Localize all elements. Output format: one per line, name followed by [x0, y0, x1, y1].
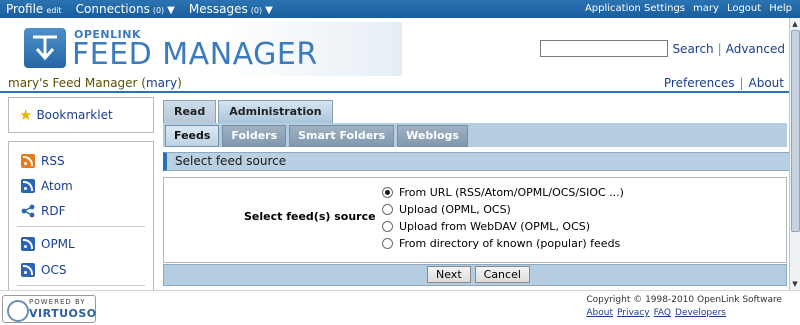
atom-icon	[21, 179, 35, 193]
page-title: mary's Feed Manager (mary)	[8, 76, 182, 90]
page-title-line: mary's Feed Manager (mary) Preferences |…	[0, 76, 790, 92]
feed-source-options: From URL (RSS/Atom/OPML/OCS/SIOC ...) Up…	[382, 184, 624, 252]
help-link[interactable]: Help	[769, 3, 792, 14]
connections-menu[interactable]: Connections (0) ▼	[76, 2, 175, 16]
footer-about-link[interactable]: About	[586, 308, 613, 318]
user-name-link[interactable]: mary	[146, 76, 177, 90]
dropdown-arrow-icon[interactable]: ▼	[167, 5, 175, 16]
radio-button[interactable]	[382, 238, 393, 249]
sidebar-item-opml[interactable]: OPML	[21, 237, 75, 251]
tab-smart-folders[interactable]: Smart Folders	[289, 125, 395, 147]
sidebar-item-ocs[interactable]: OCS	[21, 263, 66, 277]
radio-button[interactable]	[382, 187, 393, 198]
search-input[interactable]	[540, 40, 669, 57]
secondary-tab-bar: Feeds Folders Smart Folders Weblogs	[163, 123, 787, 147]
sidebar-item-atom[interactable]: Atom	[21, 179, 73, 193]
openlink-logo-icon	[24, 28, 66, 68]
tab-folders[interactable]: Folders	[222, 125, 287, 147]
virtuoso-logo-icon	[7, 300, 29, 322]
dropdown-arrow-icon[interactable]: ▼	[265, 5, 273, 16]
footer-developers-link[interactable]: Developers	[675, 308, 726, 318]
sidebar-item-bookmarklet[interactable]: ★ Bookmarklet	[19, 106, 113, 124]
separator: |	[717, 41, 722, 56]
top-nav-bar: Profile edit Connections (0) ▼ Messages …	[0, 0, 800, 18]
logout-link[interactable]: Logout	[727, 3, 761, 14]
bookmarklet-box: ★ Bookmarklet	[8, 97, 154, 133]
section-title: Select feed source	[175, 154, 287, 168]
radio-button[interactable]	[382, 221, 393, 232]
header: OPENLINK FEED MANAGER Search | Advanced	[0, 18, 800, 76]
option-label: From URL (RSS/Atom/OPML/OCS/SIOC ...)	[399, 186, 624, 199]
about-link[interactable]: About	[749, 76, 784, 90]
rss-icon	[21, 154, 35, 168]
option-upload-webdav[interactable]: Upload from WebDAV (OPML, OCS)	[382, 218, 624, 235]
ocs-icon	[21, 263, 35, 277]
scrollbar-thumb[interactable]	[791, 30, 800, 232]
powered-by-virtuoso-badge[interactable]: POWERED BY VIRTUOSO	[2, 295, 96, 323]
tab-read[interactable]: Read	[163, 100, 217, 123]
connections-count: (0)	[152, 6, 165, 15]
sidebar-item-label[interactable]: RSS	[41, 154, 65, 168]
advanced-search-link[interactable]: Advanced	[726, 42, 785, 56]
copyright-text: Copyright © 1998-2010 OpenLink Software	[586, 295, 782, 305]
sidebar-item-rss[interactable]: RSS	[21, 154, 65, 168]
scroll-up-icon[interactable]: ▲	[791, 19, 799, 29]
sidebar-item-label[interactable]: Atom	[41, 179, 73, 193]
logo-title: FEED MANAGER	[72, 37, 318, 72]
sidebar-item-label[interactable]: RDF	[41, 204, 65, 218]
scroll-down-icon[interactable]: ▼	[791, 279, 799, 289]
messages-label: Messages	[188, 2, 248, 16]
search-link[interactable]: Search	[672, 42, 713, 56]
connections-label: Connections	[75, 2, 150, 16]
search-area: Search | Advanced	[540, 40, 785, 57]
section-header: Select feed source	[163, 152, 790, 171]
opml-icon	[21, 237, 35, 251]
divider	[0, 91, 790, 93]
separator: |	[739, 76, 744, 90]
tab-feeds[interactable]: Feeds	[165, 125, 220, 147]
option-label: Upload from WebDAV (OPML, OCS)	[399, 220, 591, 233]
feed-manager-logo[interactable]: OPENLINK FEED MANAGER	[8, 22, 402, 76]
sidebar-item-label[interactable]: OPML	[41, 237, 75, 251]
divider	[17, 226, 145, 227]
tab-administration[interactable]: Administration	[218, 100, 333, 123]
bookmarklet-link[interactable]: Bookmarklet	[36, 108, 112, 122]
star-icon: ★	[19, 106, 33, 124]
radio-button[interactable]	[382, 204, 393, 215]
vertical-scrollbar[interactable]: ▲ ▼	[789, 18, 800, 290]
footer-privacy-link[interactable]: Privacy	[617, 308, 650, 318]
feed-types-box: RSS Atom RDF OPML OCS	[8, 141, 154, 294]
divider	[17, 285, 145, 286]
option-label: Upload (OPML, OCS)	[399, 203, 511, 216]
button-bar: Next Cancel	[163, 264, 787, 286]
primary-tabs: Read Administration	[163, 100, 333, 123]
application-settings-link[interactable]: Application Settings	[585, 3, 685, 14]
profile-menu[interactable]: Profile edit	[6, 2, 62, 16]
virtuoso-text: VIRTUOSO	[29, 307, 97, 320]
feed-source-form: Select feed(s) source From URL (RSS/Atom…	[163, 177, 787, 263]
powered-by-text: POWERED BY	[29, 298, 86, 306]
rdf-icon	[21, 204, 35, 218]
sidebar-item-label[interactable]: OCS	[41, 263, 66, 277]
option-from-url[interactable]: From URL (RSS/Atom/OPML/OCS/SIOC ...)	[382, 184, 624, 201]
option-upload[interactable]: Upload (OPML, OCS)	[382, 201, 624, 218]
copyright-block: Copyright © 1998-2010 OpenLink Software …	[586, 295, 782, 318]
sidebar-item-rdf[interactable]: RDF	[21, 204, 65, 218]
next-button[interactable]: Next	[427, 266, 471, 283]
messages-menu[interactable]: Messages (0) ▼	[189, 2, 273, 16]
option-directory[interactable]: From directory of known (popular) feeds	[382, 235, 624, 252]
footer-faq-link[interactable]: FAQ	[654, 308, 671, 318]
sidebar: ★ Bookmarklet RSS Atom RDF OPML OCS	[8, 97, 154, 294]
user-link[interactable]: mary	[693, 3, 719, 14]
preferences-link[interactable]: Preferences	[664, 76, 735, 90]
messages-count: (0)	[250, 6, 263, 15]
option-label: From directory of known (popular) feeds	[399, 237, 621, 250]
feed-source-label: Select feed(s) source	[244, 210, 376, 223]
footer: POWERED BY VIRTUOSO Copyright © 1998-201…	[0, 290, 800, 325]
profile-link[interactable]: Profile	[6, 2, 43, 16]
profile-edit-link[interactable]: edit	[46, 6, 61, 15]
cancel-button[interactable]: Cancel	[474, 266, 530, 283]
tab-weblogs[interactable]: Weblogs	[397, 125, 468, 147]
